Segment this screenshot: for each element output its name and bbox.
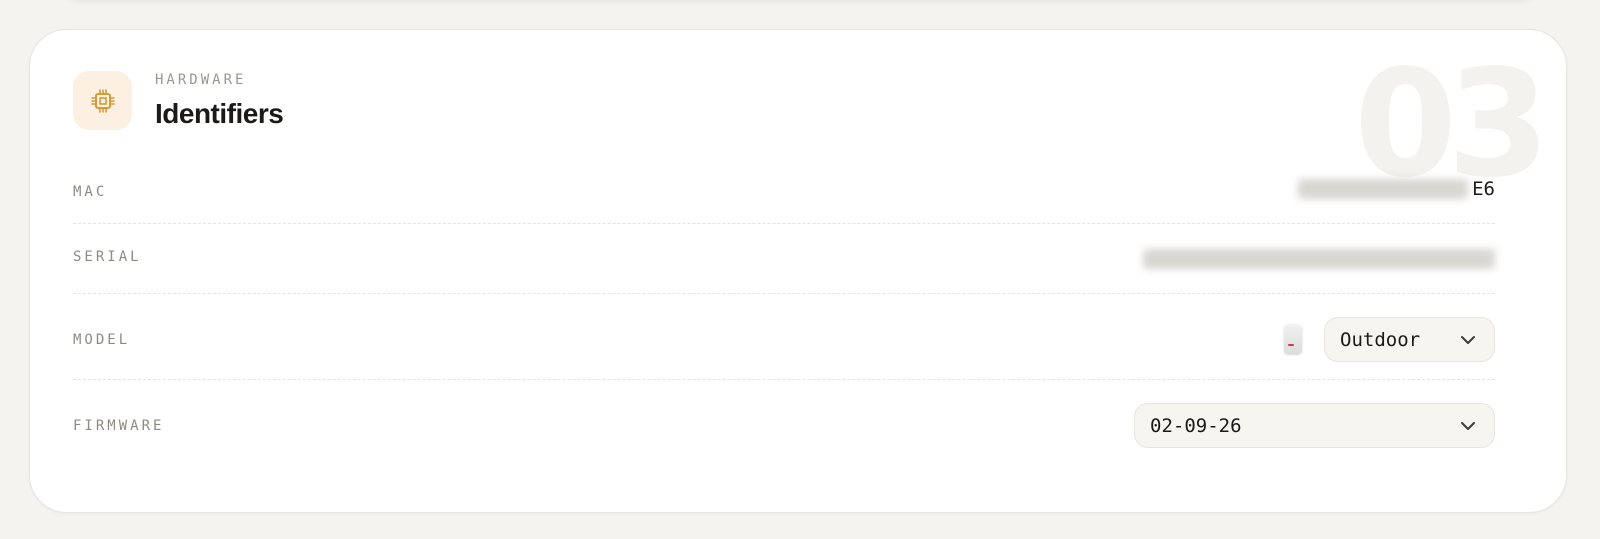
mac-value: E6 (1298, 178, 1495, 200)
serial-row: SERIAL (73, 224, 1495, 294)
serial-redacted (1143, 249, 1495, 269)
model-select[interactable]: Outdoor (1324, 317, 1495, 362)
identifiers-card: 03 HARDWARE Identifiers MAC E6 SERIAL MO… (29, 29, 1567, 513)
firmware-select[interactable]: 02-09-26 (1134, 403, 1495, 448)
mac-redacted (1298, 179, 1469, 199)
chevron-down-icon (1461, 421, 1475, 430)
firmware-label: FIRMWARE (73, 418, 165, 434)
model-select-value: Outdoor (1340, 328, 1421, 351)
mac-label: MAC (73, 184, 108, 200)
chip-icon (73, 71, 132, 130)
model-row: MODEL Outdoor (73, 294, 1495, 380)
mac-suffix: E6 (1472, 178, 1495, 200)
section-eyebrow: HARDWARE (155, 72, 247, 88)
section-title: Identifiers (155, 98, 284, 129)
model-label: MODEL (73, 332, 131, 348)
chevron-down-icon (1461, 335, 1475, 344)
firmware-select-value: 02-09-26 (1150, 414, 1242, 437)
firmware-row: FIRMWARE 02-09-26 (73, 380, 1495, 466)
mac-row: MAC E6 (73, 166, 1495, 224)
serial-label: SERIAL (73, 249, 142, 265)
device-thumbnail (1284, 324, 1302, 354)
